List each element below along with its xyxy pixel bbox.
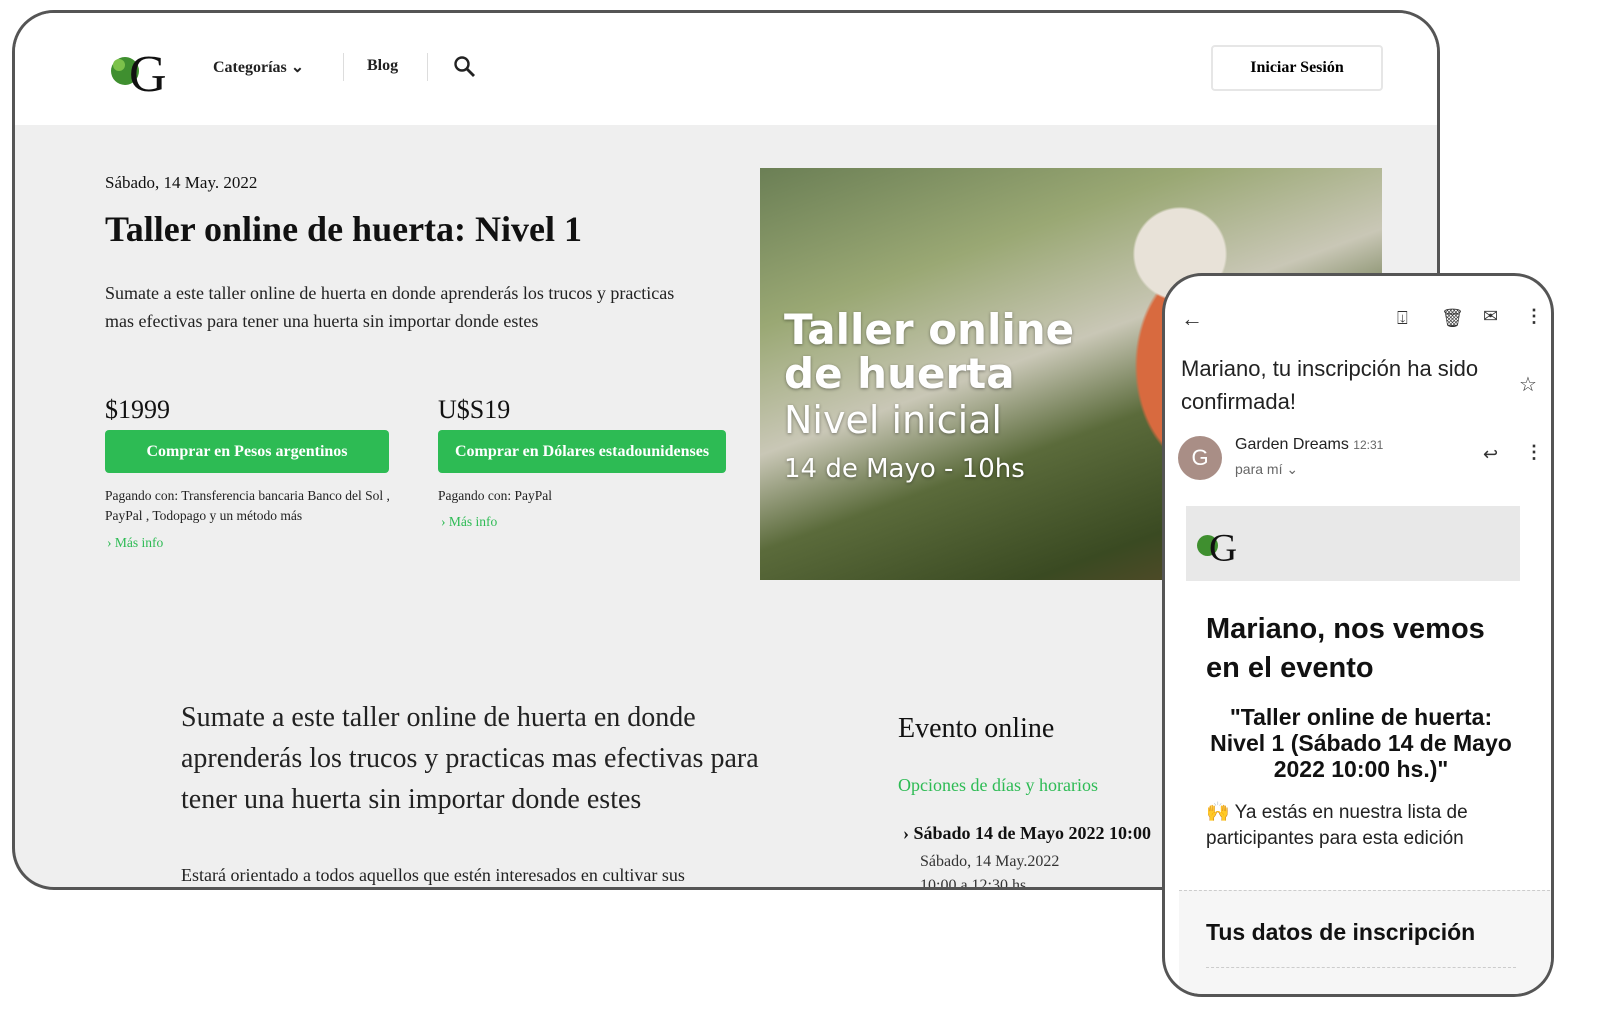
payment-methods-usd: Pagando con: PayPal <box>438 488 552 503</box>
schedule-options-link[interactable]: Opciones de días y horarios <box>898 775 1098 796</box>
email-subject: Mariano, tu inscripción ha sido confirma… <box>1181 356 1479 414</box>
divider <box>1206 967 1516 968</box>
event-description-more: Estará orientado a todos aquellos que es… <box>181 865 685 885</box>
archive-icon[interactable]: ⍗ <box>1397 308 1408 329</box>
search-icon[interactable] <box>453 55 477 79</box>
email-heading: Mariano, nos vemos en el evento <box>1206 613 1485 684</box>
email-event-name: "Taller online de huerta: Nivel 1 (Sábad… <box>1210 704 1512 782</box>
chevron-right-icon: › <box>903 823 914 843</box>
sender-line: Garden Dreams 12:31 <box>1235 436 1383 454</box>
more-vert-icon[interactable]: ⋮ <box>1525 442 1543 463</box>
registration-heading: Tus datos de inscripción <box>1206 919 1476 945</box>
price-ars: $1999 <box>105 395 170 424</box>
logo: G <box>1197 527 1237 567</box>
avatar: G <box>1178 436 1222 480</box>
more-info-label: Más info <box>448 514 498 529</box>
hero-subtitle: Nivel inicial <box>784 398 1002 442</box>
more-info-label: Más info <box>114 535 164 550</box>
price-usd: U$S19 <box>438 395 511 424</box>
reply-icon[interactable]: ↩ <box>1483 444 1498 465</box>
sender-name: Garden Dreams <box>1235 436 1349 453</box>
payment-methods-ars: Pagando con: Transferencia bancaria Banc… <box>105 488 390 523</box>
event-date: Sábado, 14 May. 2022 <box>105 173 258 192</box>
recipient-toggle[interactable]: para mí ⌄ <box>1235 461 1298 478</box>
nav-blog[interactable]: Blog <box>367 57 398 75</box>
event-summary: Sumate a este taller online de huerta en… <box>105 283 675 331</box>
divider <box>427 53 428 81</box>
svg-text:G: G <box>1209 527 1237 567</box>
email-list-text: 🙌 Ya estás en nuestra lista de participa… <box>1206 800 1506 852</box>
email-banner: G <box>1186 506 1520 581</box>
email-time: 12:31 <box>1353 438 1384 452</box>
star-icon[interactable]: ☆ <box>1519 372 1537 397</box>
nav-categorias[interactable]: Categorías ⌄ <box>213 57 304 77</box>
event-description: Sumate a este taller online de huerta en… <box>181 702 759 815</box>
buy-usd-button[interactable]: Comprar en Dólares estadounidenses <box>438 430 726 473</box>
nav-label: Categorías <box>213 59 287 76</box>
more-vert-icon[interactable]: ⋮ <box>1525 306 1543 327</box>
buy-ars-button[interactable]: Comprar en Pesos argentinos <box>105 430 389 473</box>
login-button[interactable]: Iniciar Sesión <box>1211 45 1383 91</box>
hero-date: 14 de Mayo - 10hs <box>784 454 1025 484</box>
chevron-down-icon: ⌄ <box>290 59 305 76</box>
site-header: G Categorías ⌄ Blog Iniciar Sesión <box>15 13 1437 125</box>
recipient: para mí <box>1235 461 1283 477</box>
svg-text:G: G <box>129 46 167 97</box>
more-info-usd-link[interactable]: › Más info <box>441 512 497 532</box>
slot-title: Sábado 14 de Mayo 2022 10:00 <box>913 823 1152 843</box>
divider <box>343 53 344 81</box>
slot-time: 10:00 a 12:30 hs <box>920 877 1027 890</box>
registration-section: Tus datos de inscripción <box>1179 890 1551 994</box>
slot-date: Sábado, 14 May.2022 <box>920 853 1060 870</box>
raised-hands-icon: 🙌 <box>1206 802 1230 823</box>
hero-title-line: Taller online <box>784 305 1075 354</box>
schedule-option[interactable]: › Sábado 14 de Mayo 2022 10:00 <box>903 823 1151 844</box>
trash-icon[interactable]: 🗑 <box>1441 308 1464 329</box>
hero-title-line: de huerta <box>784 349 1015 398</box>
page-title: Taller online de huerta: Nivel 1 <box>105 209 582 249</box>
mail-icon[interactable]: ✉ <box>1483 306 1498 327</box>
event-type-heading: Evento online <box>898 713 1055 744</box>
list-text: Ya estás en nuestra lista de participant… <box>1206 802 1468 849</box>
logo[interactable]: G <box>107 41 171 97</box>
more-info-ars-link[interactable]: › Más info <box>107 533 163 553</box>
back-arrow-icon[interactable]: ← <box>1181 306 1203 332</box>
phone-email-frame: ← ⍗ 🗑 ✉ ⋮ Mariano, tu inscripción ha sid… <box>1162 273 1554 997</box>
